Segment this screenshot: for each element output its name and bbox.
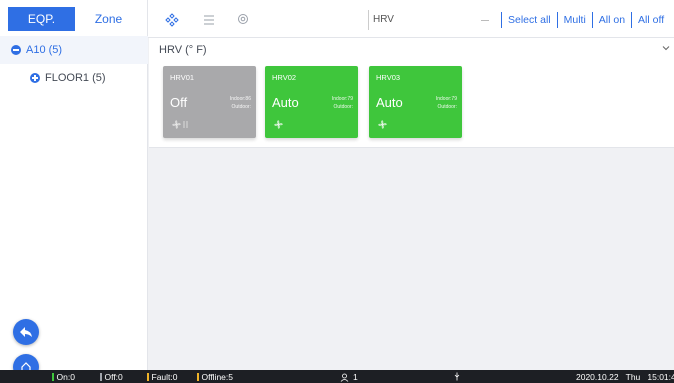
device-card-hrv02[interactable]: HRV02 Auto Indoor:79 Outdoor: bbox=[265, 66, 358, 138]
back-button[interactable] bbox=[13, 319, 39, 345]
multi-button[interactable]: Multi bbox=[564, 14, 586, 26]
menu-icon[interactable] bbox=[202, 13, 216, 27]
status-off: Off:0 bbox=[100, 372, 123, 382]
fan-icon bbox=[172, 120, 181, 129]
usb-icon bbox=[454, 372, 460, 381]
fan-icon bbox=[274, 120, 283, 129]
users-count: 1 bbox=[340, 372, 358, 382]
device-mode: Auto bbox=[272, 95, 299, 110]
chevron-down-icon[interactable] bbox=[662, 44, 670, 52]
status-datetime: 2020.10.22 Thu 15:01:44 bbox=[576, 372, 674, 382]
all-on-button[interactable]: All on bbox=[599, 14, 625, 26]
location-icon[interactable] bbox=[236, 13, 250, 27]
user-icon bbox=[340, 373, 349, 382]
divider bbox=[481, 19, 489, 21]
divider bbox=[591, 12, 593, 28]
toolbar-actions: Select all Multi All on All off bbox=[481, 11, 664, 29]
device-card-hrv01[interactable]: HRV01 Off Indoor:86 Outdoor: bbox=[163, 66, 256, 138]
tree-item-label: A10 (5) bbox=[26, 44, 63, 56]
device-name: HRV03 bbox=[376, 73, 401, 82]
divider bbox=[631, 12, 633, 28]
sidebar: EQP. Zone A10 (5) FLOOR1 (5) bbox=[0, 0, 148, 380]
tree-item-label: FLOOR1 (5) bbox=[45, 72, 106, 84]
divider bbox=[501, 12, 502, 28]
fan-icon bbox=[378, 120, 387, 129]
tree-item-floor1[interactable]: FLOOR1 (5) bbox=[0, 64, 148, 92]
device-name: HRV02 bbox=[272, 73, 297, 82]
status-offline: Offline:5 bbox=[197, 372, 233, 382]
device-name: HRV01 bbox=[170, 73, 195, 82]
settings-grid-icon[interactable] bbox=[165, 13, 179, 27]
view-switch: EQP. Zone bbox=[8, 7, 142, 31]
device-mode: Off bbox=[170, 95, 188, 110]
device-type-field[interactable]: HRV bbox=[368, 10, 478, 30]
collapse-icon[interactable] bbox=[11, 45, 21, 55]
all-off-button[interactable]: All off bbox=[638, 14, 664, 26]
mode-icon bbox=[183, 121, 188, 128]
tab-eqp[interactable]: EQP. bbox=[8, 7, 75, 31]
device-temps: Indoor:86 Outdoor: bbox=[229, 96, 251, 110]
group-title: HRV (° F) bbox=[159, 44, 207, 56]
tree-item-a10[interactable]: A10 (5) bbox=[0, 36, 148, 64]
group-header[interactable]: HRV (° F) bbox=[149, 38, 674, 62]
tab-zone[interactable]: Zone bbox=[75, 7, 142, 31]
device-mode: Auto bbox=[376, 95, 403, 110]
device-grid: HRV01 Off Indoor:86 Outdoor: HRV02 Auto I… bbox=[149, 62, 674, 148]
divider bbox=[556, 12, 558, 28]
status-bar: On:0 Off:0 Fault:0 Offline:5 1 2020.10.2… bbox=[0, 370, 674, 383]
usb-status bbox=[454, 372, 460, 381]
back-arrow-icon bbox=[20, 327, 32, 337]
expand-icon[interactable] bbox=[30, 73, 40, 83]
select-all-button[interactable]: Select all bbox=[508, 14, 551, 26]
status-fault: Fault:0 bbox=[147, 372, 178, 382]
device-card-hrv03[interactable]: HRV03 Auto Indoor:79 Outdoor: bbox=[369, 66, 462, 138]
status-on: On:0 bbox=[52, 372, 75, 382]
app-root: EQP. Zone A10 (5) FLOOR1 (5) HRV Select … bbox=[0, 0, 674, 383]
top-toolbar: HRV Select all Multi All on All off bbox=[148, 0, 674, 38]
device-temps: Indoor:79 Outdoor: bbox=[331, 96, 353, 110]
device-temps: Indoor:79 Outdoor: bbox=[435, 96, 457, 110]
